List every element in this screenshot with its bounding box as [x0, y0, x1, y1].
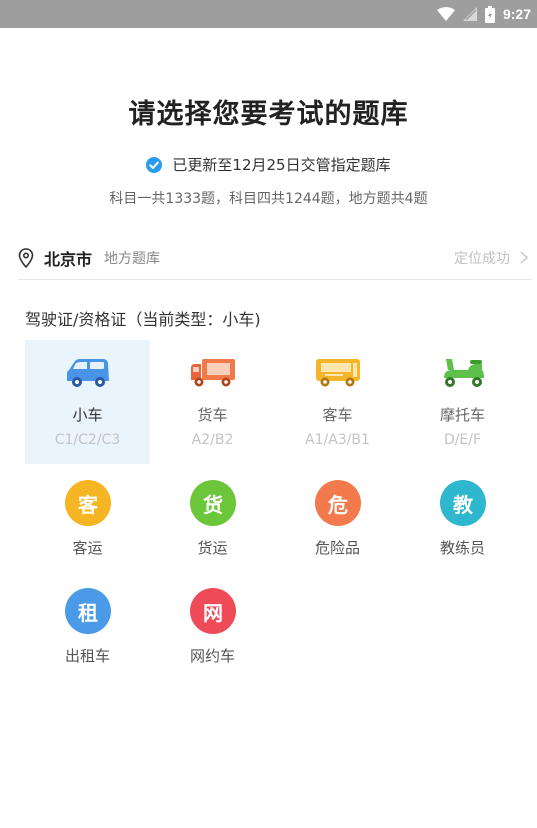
update-notice-text: 已更新至12月25日交管指定题库: [172, 156, 391, 174]
qualification-option-hazmat[interactable]: 危 危险品: [275, 480, 400, 570]
qualification-option-freight[interactable]: 货 货运: [150, 480, 275, 570]
qualification-option-ride-hailing[interactable]: 网 网约车: [150, 588, 275, 678]
vehicle-name: 小车: [72, 406, 103, 424]
page-title: 请选择您要考试的题库: [128, 99, 409, 130]
vehicle-code: D/E/F: [443, 432, 482, 448]
vehicle-option-truck[interactable]: 货车 A2/B2: [150, 340, 275, 464]
vehicle-option-car[interactable]: 小车 C1/C2/C3: [25, 340, 150, 464]
location-city: 北京市: [44, 249, 93, 269]
ride-hailing-badge-icon: 网: [190, 588, 236, 634]
check-circle-icon: [146, 156, 163, 173]
vehicle-option-bus[interactable]: 客车 A1/A3/B1: [275, 340, 400, 464]
bus-icon: [315, 359, 360, 387]
vehicle-name: 摩托车: [439, 406, 485, 424]
status-time: 9:27: [502, 6, 531, 22]
signal-icon: [462, 7, 477, 21]
car-icon: [66, 359, 109, 387]
qualification-label: 货运: [197, 539, 228, 557]
vehicle-code: C1/C2/C3: [54, 432, 121, 448]
vehicle-option-motorcycle[interactable]: 摩托车 D/E/F: [400, 340, 525, 464]
chevron-right-icon: [520, 251, 528, 264]
location-status: 定位成功: [454, 248, 532, 268]
freight-badge-icon: 货: [190, 480, 236, 526]
wifi-icon: [436, 7, 455, 21]
battery-icon: [484, 5, 495, 23]
question-counts: 科目一共1333题，科目四共1244题，地方题共4题: [109, 191, 428, 207]
qualification-label: 出租车: [64, 647, 110, 665]
qualification-label: 教练员: [439, 539, 485, 557]
license-section-label: 驾驶证/资格证（当前类型：小车): [25, 310, 261, 329]
status-icons: 9:27: [436, 4, 531, 24]
hazmat-badge-icon: 危: [315, 480, 361, 526]
motorcycle-icon: [443, 359, 484, 387]
vehicle-code: A2/B2: [191, 432, 234, 448]
location-pin-icon: [18, 247, 34, 268]
taxi-badge-icon: 租: [65, 588, 111, 634]
location-row[interactable]: 北京市 地方题库 定位成功: [18, 236, 532, 280]
qualification-option-passenger[interactable]: 客 客运: [25, 480, 150, 570]
instructor-badge-icon: 教: [440, 480, 486, 526]
qualification-label: 网约车: [189, 647, 235, 665]
local-bank-label: 地方题库: [104, 250, 161, 267]
location-status-text: 定位成功: [454, 250, 510, 267]
qualification-option-instructor[interactable]: 教 教练员: [400, 480, 525, 570]
qualification-label: 客运: [72, 539, 103, 557]
update-notice: 已更新至12月25日交管指定题库: [0, 154, 537, 175]
truck-icon: [190, 359, 235, 387]
vehicle-code: A1/A3/B1: [305, 432, 370, 448]
vehicle-name: 货车: [197, 406, 228, 424]
passenger-badge-icon: 客: [65, 480, 111, 526]
qualification-option-taxi[interactable]: 租 出租车: [25, 588, 150, 678]
vehicle-name: 客车: [322, 406, 353, 424]
qualification-label: 危险品: [314, 539, 360, 557]
status-bar: 9:27: [0, 0, 537, 28]
